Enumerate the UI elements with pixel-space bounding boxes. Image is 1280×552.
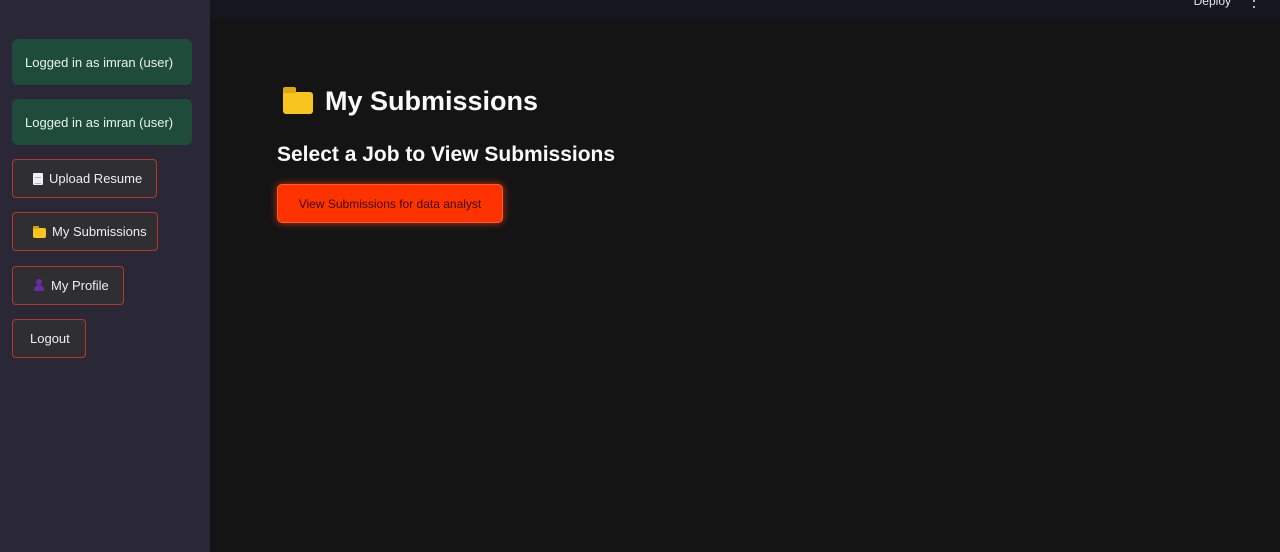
page-title: My Submissions <box>283 84 538 118</box>
section-subheading: Select a Job to View Submissions <box>277 143 616 166</box>
view-submissions-label: View Submissions for data analyst <box>298 196 482 211</box>
top-header: Deploy <box>210 0 1280 18</box>
upload-resume-button[interactable]: Upload Resume <box>12 159 157 198</box>
my-profile-button[interactable]: My Profile <box>12 266 124 305</box>
login-status-alert: Logged in as imran (user) <box>12 39 192 85</box>
my-submissions-label: My Submissions <box>52 224 147 239</box>
upload-resume-label: Upload Resume <box>49 171 143 186</box>
view-submissions-button[interactable]: View Submissions for data analyst <box>277 184 503 223</box>
logout-button[interactable]: Logout <box>12 319 86 358</box>
logout-label: Logout <box>30 331 70 346</box>
folder-icon <box>283 87 313 114</box>
document-icon <box>33 172 43 185</box>
page-title-text: My Submissions <box>325 85 539 116</box>
deploy-button[interactable]: Deploy <box>1194 0 1231 9</box>
folder-icon <box>33 225 46 238</box>
person-icon <box>33 279 45 292</box>
app-root: Logged in as imran (user) Logged in as i… <box>0 0 1280 552</box>
my-profile-label: My Profile <box>51 278 109 293</box>
login-status-alert: Logged in as imran (user) <box>12 99 192 145</box>
login-status-text: Logged in as imran (user) <box>25 114 174 130</box>
my-submissions-button[interactable]: My Submissions <box>12 212 158 251</box>
sidebar: Logged in as imran (user) Logged in as i… <box>0 0 210 552</box>
kebab-menu-icon[interactable] <box>1252 0 1256 8</box>
login-status-text: Logged in as imran (user) <box>25 54 174 70</box>
